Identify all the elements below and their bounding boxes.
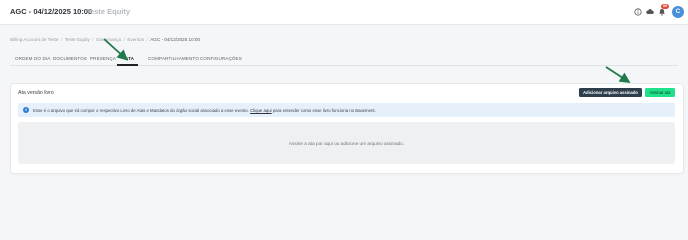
info-text-main: Esse é o arquivo que irá compor o respec… (33, 108, 249, 113)
section-title: Ata versão livro (18, 90, 54, 96)
notification-badge: 99 (661, 4, 669, 9)
bell-icon[interactable] (658, 8, 666, 16)
breadcrumb: Billing Account de Teste / Teste Equity / Go… (10, 37, 201, 42)
tab-ata[interactable]: ATA (125, 56, 134, 61)
tab-presenca[interactable]: PRESENÇA (90, 56, 116, 61)
cloud-icon[interactable] (646, 8, 654, 16)
info-text-end: para entender como esse livro funciona n… (272, 108, 376, 113)
breadcrumb-item[interactable]: Teste Equity (65, 37, 90, 42)
tab-ordem-do-dia[interactable]: ORDEM DO DIA (15, 56, 50, 61)
active-tab-indicator (117, 64, 138, 66)
info-icon: i (23, 107, 29, 113)
tab-bar: ORDEM DO DIA DOCUMENTOS PRESENÇA ATA COM… (10, 52, 678, 66)
tab-configuracoes[interactable]: CONFIGURAÇÕES (200, 56, 242, 61)
add-signed-file-button[interactable]: Adicionar arquivo assinado (579, 88, 642, 97)
dropzone-text: Assine a ata por aqui ou adicione um arq… (288, 141, 405, 146)
tab-compartilhamento[interactable]: COMPARTILHAMENTO (148, 56, 199, 61)
page-title: AGC - 04/12/2025 10:00 (10, 7, 93, 16)
breadcrumb-item[interactable]: Eventos (127, 37, 144, 42)
avatar[interactable]: C (672, 6, 684, 18)
info-circle-icon[interactable] (634, 8, 642, 16)
info-text: Esse é o arquivo que irá compor o respec… (33, 108, 376, 113)
company-name: Teste Equity (86, 7, 131, 16)
sign-ata-button[interactable]: Assinar ata (645, 88, 675, 97)
tab-documentos[interactable]: DOCUMENTOS (53, 56, 87, 61)
breadcrumb-item[interactable]: Governança (96, 37, 121, 42)
info-link[interactable]: Clique aqui (250, 108, 272, 113)
breadcrumb-current: AGC - 04/12/2025 10:00 (150, 37, 201, 42)
breadcrumb-item[interactable]: Billing Account de Teste (10, 37, 58, 42)
